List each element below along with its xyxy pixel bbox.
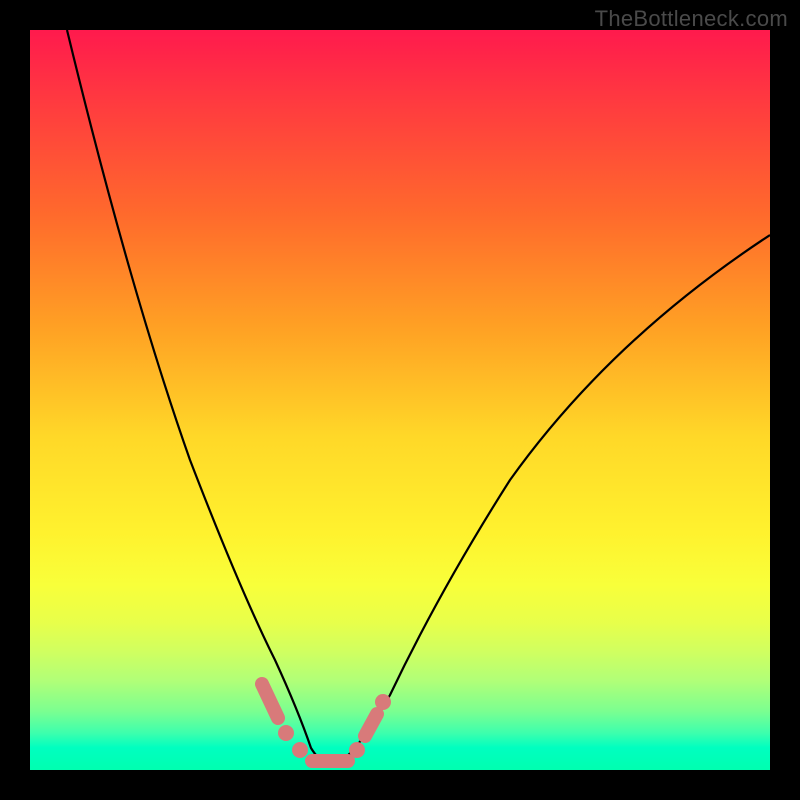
marker-dot-2 [292,742,308,758]
chart-frame: TheBottleneck.com [0,0,800,800]
plot-area [30,30,770,770]
right-curve [340,235,770,762]
marker-dot-1 [278,725,294,741]
marker-dot-4 [375,694,391,710]
curves-svg [30,30,770,770]
marker-dot-3 [349,742,365,758]
marker-seg-1 [262,684,278,718]
marker-cluster [262,684,391,761]
watermark: TheBottleneck.com [595,6,788,32]
marker-seg-3 [365,714,377,736]
left-curve [67,30,326,762]
